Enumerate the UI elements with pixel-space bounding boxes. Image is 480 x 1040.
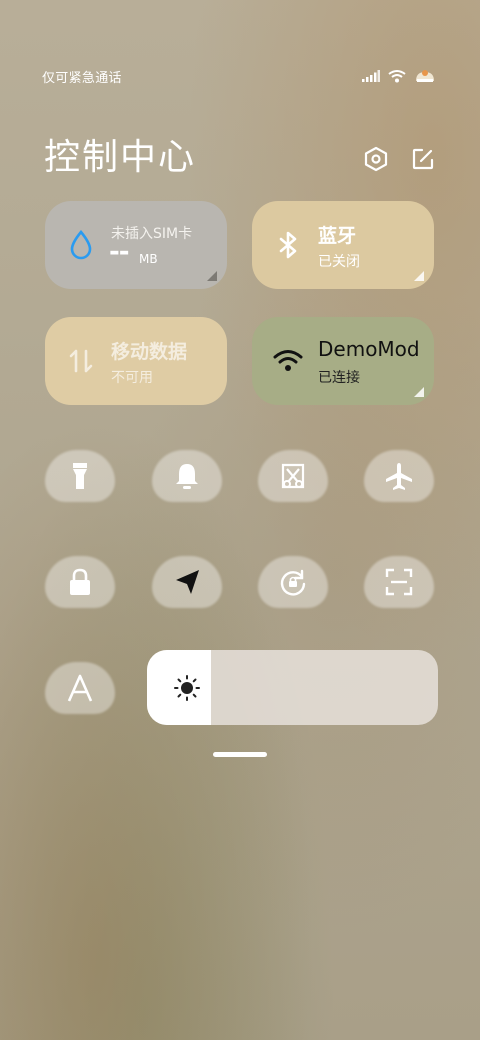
wifi-icon <box>273 350 303 371</box>
settings-button[interactable] <box>362 145 390 173</box>
settings-hex-icon <box>364 146 388 172</box>
tile-location[interactable] <box>152 556 222 608</box>
data-arrows-icon <box>69 349 93 373</box>
bell-icon <box>176 464 198 489</box>
status-bar: 仅可紧急通话 <box>42 66 436 86</box>
tile-screenshot[interactable] <box>258 450 328 502</box>
brightness-slider[interactable] <box>147 650 438 725</box>
battery-icon <box>416 70 434 82</box>
wifi-network-label: DemoMod <box>318 337 420 361</box>
page-title: 控制中心 <box>44 137 197 178</box>
tile-font[interactable] <box>45 662 115 714</box>
tile-rotation[interactable] <box>258 556 328 608</box>
bluetooth-icon <box>279 231 297 259</box>
tile-flashlight[interactable] <box>45 450 115 502</box>
scissors-icon <box>281 463 305 489</box>
rotate-lock-icon <box>280 569 306 596</box>
mobile-data-status: 不可用 <box>111 370 153 386</box>
sun-icon <box>174 675 200 701</box>
card-expand-corner <box>414 387 424 397</box>
home-indicator[interactable] <box>213 752 267 757</box>
data-usage-value: -- <box>109 237 130 267</box>
card-expand-corner <box>414 271 424 281</box>
scan-icon <box>385 568 413 596</box>
edit-icon <box>412 148 434 170</box>
water-drop-icon <box>70 229 92 260</box>
location-arrow-icon <box>176 570 199 594</box>
edit-button[interactable] <box>409 145 437 173</box>
bluetooth-card[interactable]: 蓝牙 已关闭 <box>252 201 434 289</box>
lock-icon <box>70 568 90 595</box>
flashlight-icon <box>73 463 87 489</box>
airplane-icon <box>386 463 412 490</box>
bluetooth-label: 蓝牙 <box>318 225 357 247</box>
wifi-card[interactable]: DemoMod 已连接 <box>252 317 434 405</box>
tile-lock[interactable] <box>45 556 115 608</box>
mobile-data-label: 移动数据 <box>111 341 188 363</box>
tile-ring[interactable] <box>152 450 222 502</box>
status-icons <box>362 69 436 83</box>
tile-airplane[interactable] <box>364 450 434 502</box>
data-usage-unit: MB <box>139 252 158 266</box>
wifi-status: 已连接 <box>318 370 360 386</box>
wifi-icon <box>388 70 406 83</box>
data-usage-card[interactable]: 未插入SIM卡 -- MB <box>45 201 227 289</box>
mobile-data-card[interactable]: 移动数据 不可用 <box>45 317 227 405</box>
card-expand-corner <box>207 271 217 281</box>
carrier-text: 仅可紧急通话 <box>42 70 122 86</box>
tile-scanner[interactable] <box>364 556 434 608</box>
bluetooth-status: 已关闭 <box>318 254 360 270</box>
font-a-icon <box>67 674 93 702</box>
signal-icon <box>362 70 380 82</box>
